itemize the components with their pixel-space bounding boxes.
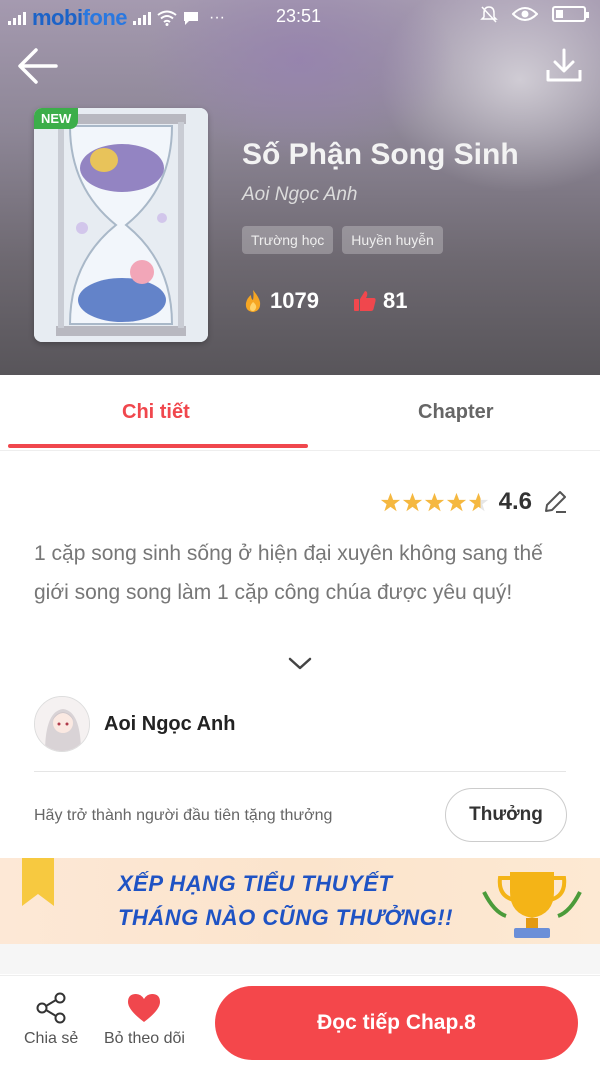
signal-icon-2 <box>133 11 152 25</box>
battery-icon <box>552 6 589 22</box>
banner-line-1: XẾP HẠNG TIỂU THUYẾT <box>118 871 393 896</box>
tag-truong-hoc[interactable]: Trường học <box>242 226 334 254</box>
chevron-down-icon[interactable] <box>286 654 314 674</box>
half-star-icon <box>468 492 488 511</box>
book-description: 1 cặp song sinh sống ở hiện đại xuyên kh… <box>34 542 543 604</box>
reward-button[interactable]: Thưởng <box>445 788 567 842</box>
tag-huyen-huyen[interactable]: Huyền huyễn <box>342 226 443 254</box>
heart-icon <box>128 994 161 1022</box>
bookmark-ribbon-icon <box>22 858 54 906</box>
star-icon <box>402 492 422 511</box>
thumbs-up-icon <box>353 291 376 311</box>
book-cover <box>34 108 208 342</box>
divider <box>34 771 566 772</box>
section-gap <box>0 944 600 974</box>
reward-prompt: Hãy trở thành người đầu tiên tặng thưởng <box>34 807 333 824</box>
star-icon <box>424 492 444 511</box>
hourglass-cover-art <box>34 108 208 342</box>
tab-chapter[interactable]: Chapter <box>418 401 494 424</box>
likes-count: 81 <box>382 288 408 313</box>
ranking-banner[interactable]: XẾP HẠNG TIỂU THUYẾT THÁNG NÀO CŨNG THƯỞ… <box>0 858 600 944</box>
share-icon <box>36 992 66 1024</box>
back-arrow-icon[interactable] <box>16 46 60 86</box>
rating: 4.6 <box>380 488 568 516</box>
signal-icon <box>8 11 26 25</box>
more-dots-icon: ··· <box>209 9 225 26</box>
unfollow-button[interactable]: Bỏ theo dõi <box>104 992 185 1048</box>
rating-stars <box>380 492 489 513</box>
avatar <box>34 696 90 752</box>
unfollow-label: Bỏ theo dõi <box>104 1030 185 1047</box>
status-time: 23:51 <box>276 6 322 26</box>
views-count: 1079 <box>270 288 319 313</box>
wifi-icon <box>157 10 177 26</box>
new-badge: NEW <box>34 108 79 129</box>
status-bar: mobifone ··· 23:51 <box>0 0 600 34</box>
book-author: Aoi Ngọc Anh <box>242 184 358 205</box>
message-icon <box>184 12 199 25</box>
share-label: Chia sẻ <box>24 1030 79 1047</box>
star-icon <box>380 492 400 511</box>
book-header: mobifone ··· 23:51 NEW Số Phận Song Sinh… <box>0 0 600 375</box>
fire-icon <box>245 290 261 312</box>
carrier-name: mobifone <box>32 5 128 30</box>
eye-icon <box>512 7 538 21</box>
bottom-action-bar: Chia sẻ Bỏ theo dõi Đọc tiếp Chap.8 <box>0 975 600 1067</box>
author-row[interactable]: Aoi Ngọc Anh <box>34 694 235 754</box>
star-icon <box>446 492 466 511</box>
author-name: Aoi Ngọc Anh <box>104 712 236 735</box>
active-tab-indicator <box>8 444 308 448</box>
tab-bar: Chi tiết Chapter <box>0 375 600 451</box>
book-stats: 1079 81 <box>242 288 407 314</box>
views-stat: 1079 <box>242 288 319 314</box>
rating-value: 4.6 <box>498 488 532 515</box>
tab-details[interactable]: Chi tiết <box>122 401 190 424</box>
edit-rating-icon[interactable] <box>542 489 568 515</box>
share-button[interactable]: Chia sẻ <box>24 992 78 1048</box>
book-title: Số Phận Song Sinh <box>242 138 519 171</box>
banner-line-2: THÁNG NÀO CŨNG THƯỞNG!! <box>118 905 453 930</box>
continue-reading-button[interactable]: Đọc tiếp Chap.8 <box>215 986 578 1060</box>
download-icon[interactable] <box>544 46 584 86</box>
likes-stat: 81 <box>353 288 407 314</box>
trophy-icon <box>482 872 582 938</box>
genre-tags: Trường học Huyền huyễn <box>242 226 443 254</box>
mute-icon <box>480 6 498 23</box>
